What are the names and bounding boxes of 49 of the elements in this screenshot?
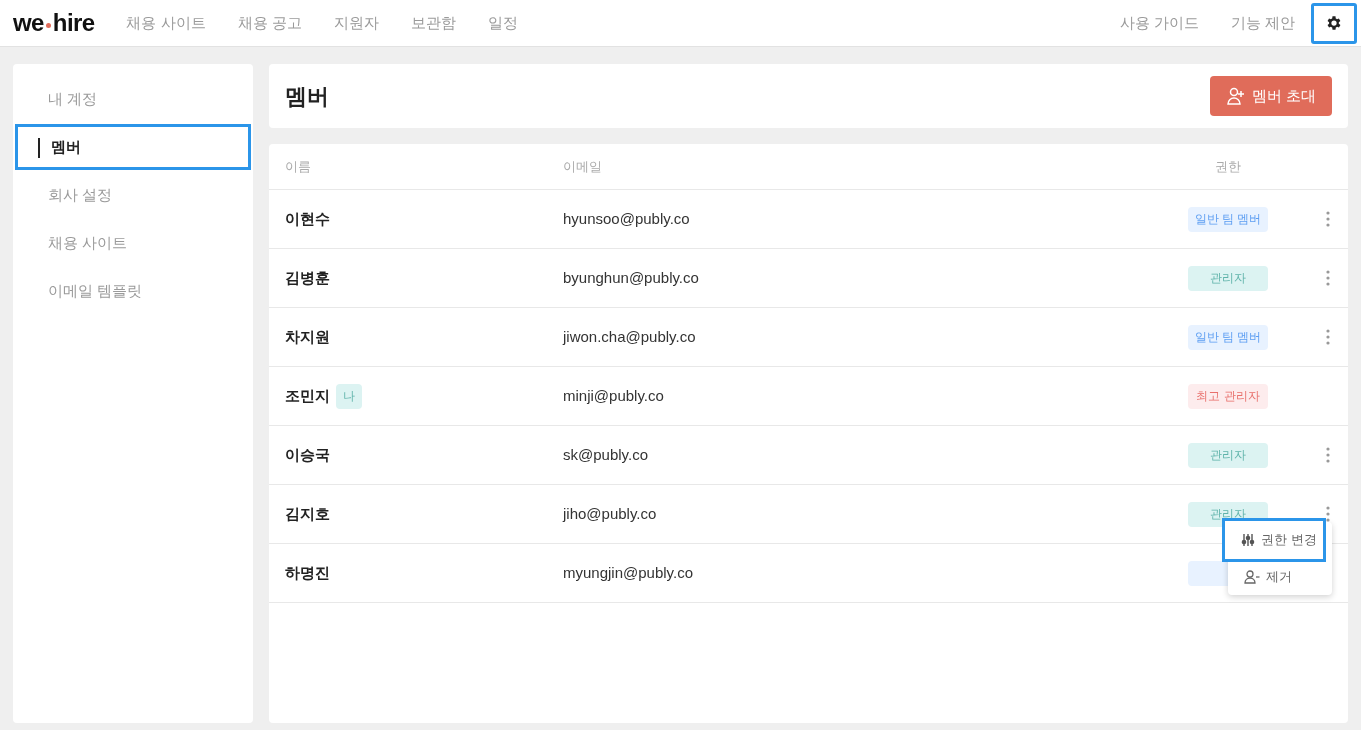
column-header: 이름 [285, 158, 311, 174]
member-email: sk@publy.co [563, 446, 648, 463]
member-name: 김병훈 [285, 267, 330, 288]
member-name: 이승국 [285, 444, 330, 465]
nav-link[interactable]: 기능 제안 [1230, 11, 1295, 35]
page-title: 멤버 [285, 82, 329, 111]
member-email: byunghun@publy.co [563, 269, 699, 286]
nav-link[interactable]: 보관함 [410, 11, 456, 35]
role-badge: 관리자 [1188, 265, 1268, 291]
settings-button[interactable] [1311, 2, 1357, 44]
sidebar-item[interactable]: 회사 설정 [15, 172, 251, 218]
member-email: jiho@publy.co [563, 505, 657, 522]
role-badge: 최고 관리자 [1188, 383, 1268, 409]
sliders-icon [1241, 533, 1255, 547]
remove-user-icon [1244, 569, 1260, 584]
add-user-icon [1225, 86, 1246, 106]
more-icon [1326, 506, 1330, 522]
more-icon [1326, 211, 1330, 227]
member-name: 하명진 [285, 562, 330, 583]
logo[interactable]: we hire [13, 11, 95, 35]
role-badge: 관리자 [1188, 442, 1268, 468]
member-name: 차지원 [285, 326, 330, 347]
role-badge: 일반 팀 멤버 [1188, 324, 1268, 350]
member-email: myungjin@publy.co [563, 564, 693, 581]
member-name: 조민지 [285, 385, 330, 406]
member-email: jiwon.cha@publy.co [563, 328, 696, 345]
menu-item[interactable]: 권한 변경 [1222, 518, 1326, 562]
member-name: 이현수 [285, 208, 330, 229]
role-badge: 일반 팀 멤버 [1188, 206, 1268, 232]
member-name: 김지호 [285, 503, 330, 524]
sidebar-item[interactable]: 채용 사이트 [15, 220, 251, 266]
invite-button[interactable]: 멤버 초대 [1209, 76, 1332, 116]
sidebar-item[interactable]: 내 계정 [15, 76, 251, 122]
sidebar-item[interactable]: 멤버 [15, 124, 251, 170]
more-icon [1326, 270, 1330, 286]
member-email: minji@publy.co [563, 387, 664, 404]
settings-icon [1325, 14, 1343, 32]
nav-link[interactable]: 일정 [487, 11, 518, 35]
nav-link[interactable]: 채용 공고 [237, 11, 302, 35]
nav-link[interactable]: 채용 사이트 [126, 11, 206, 35]
sidebar-item[interactable]: 이메일 템플릿 [15, 268, 251, 314]
more-icon [1326, 329, 1330, 345]
nav-link[interactable]: 지원자 [333, 11, 379, 35]
column-header: 이메일 [563, 158, 602, 174]
column-header: 권한 [1215, 157, 1241, 176]
member-email: hyunsoo@publy.co [563, 210, 690, 227]
nav-link[interactable]: 사용 가이드 [1119, 11, 1199, 35]
more-icon [1326, 447, 1330, 463]
me-badge: 나 [336, 383, 362, 409]
